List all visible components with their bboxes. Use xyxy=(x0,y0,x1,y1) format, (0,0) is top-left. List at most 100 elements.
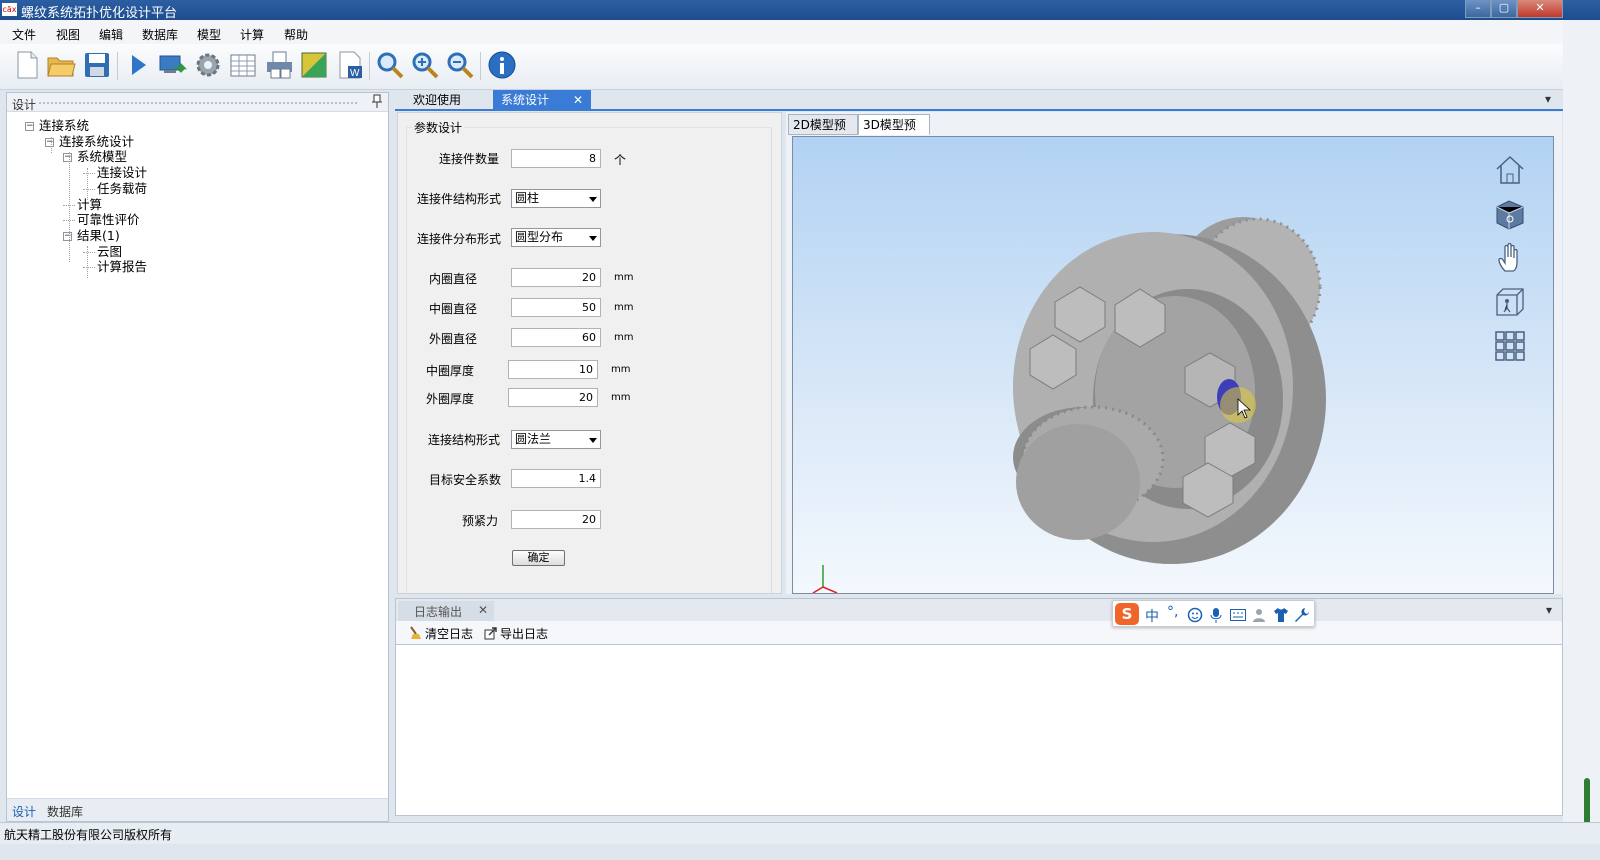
outer-diameter-input[interactable]: 60 xyxy=(511,328,601,347)
toolbar-separator xyxy=(369,52,370,80)
middle-thickness-label: 中圈厚度 xyxy=(426,364,475,378)
tree-collapse-icon[interactable]: − xyxy=(63,153,72,163)
new-file-icon[interactable] xyxy=(12,50,42,80)
menu-file[interactable]: 文件 xyxy=(12,26,36,43)
skin-shirt-icon[interactable] xyxy=(1273,607,1289,623)
word-export-icon[interactable]: W xyxy=(335,50,365,80)
clear-log-label: 清空日志 xyxy=(425,627,474,641)
close-log-icon[interactable]: ✕ xyxy=(478,603,488,617)
inner-diameter-input[interactable]: 20 xyxy=(511,268,601,287)
zoom-out-icon[interactable] xyxy=(445,50,475,80)
tab-welcome[interactable]: 欢迎使用 xyxy=(405,90,491,110)
outer-thickness-input[interactable]: 20 xyxy=(508,388,598,407)
structure-select[interactable]: 圆柱 xyxy=(511,189,601,208)
3d-viewport[interactable] xyxy=(792,136,1554,594)
tree-collapse-icon[interactable]: − xyxy=(63,231,72,241)
tab-3d-preview[interactable]: 3D模型预览 xyxy=(858,114,930,153)
tree-node[interactable]: 计算 xyxy=(77,197,102,213)
distribution-label: 连接件分布形式 xyxy=(417,232,502,246)
safety-factor-input[interactable]: 1.4 xyxy=(511,469,601,488)
log-content[interactable] xyxy=(396,646,1562,814)
user-icon[interactable] xyxy=(1251,607,1267,623)
design-panel-header: 设计 xyxy=(7,93,388,112)
ime-punctuation-toggle[interactable]: °, xyxy=(1167,604,1178,620)
menu-compute[interactable]: 计算 xyxy=(240,26,264,43)
status-bar: 航天精工股份有限公司版权所有 xyxy=(0,822,1600,844)
outer-diameter-unit: mm xyxy=(614,332,634,343)
count-input[interactable]: 8 xyxy=(511,149,601,168)
keyboard-icon[interactable] xyxy=(1230,609,1246,621)
menu-database[interactable]: 数据库 xyxy=(142,26,178,43)
tree-node[interactable]: 结果(1) xyxy=(77,228,120,244)
close-window-button[interactable]: ✕ xyxy=(1517,0,1563,18)
run-icon[interactable] xyxy=(123,50,153,80)
confirm-button[interactable]: 确定 xyxy=(512,550,565,566)
emoji-icon[interactable] xyxy=(1187,607,1203,623)
tabs-menu-arrow-icon[interactable]: ▾ xyxy=(1545,92,1551,106)
walk-box-icon[interactable] xyxy=(1493,285,1527,319)
print-icon[interactable] xyxy=(264,50,294,80)
tree-connector xyxy=(83,267,95,269)
tree-node[interactable]: 连接系统设计 xyxy=(59,134,134,150)
close-tab-icon[interactable]: ✕ xyxy=(573,90,583,110)
count-label: 连接件数量 xyxy=(439,152,500,166)
tab-database[interactable]: 数据库 xyxy=(47,803,83,820)
tree-node[interactable]: 系统模型 xyxy=(77,149,127,165)
tree-node[interactable]: 连接系统 xyxy=(39,118,89,134)
svg-text:W: W xyxy=(350,68,360,79)
tree-node[interactable]: 任务载荷 xyxy=(97,181,147,197)
menu-edit[interactable]: 编辑 xyxy=(99,26,123,43)
tree-node[interactable]: 计算报告 xyxy=(97,259,147,275)
menu-help[interactable]: 帮助 xyxy=(284,26,308,43)
model-tree: 连接系统 − 连接系统设计 − 系统模型 − 连接设计 任务载荷 计算 可靠性评价 结果(1) − 云图… xyxy=(15,118,380,788)
preload-input[interactable]: 20 xyxy=(511,510,601,529)
tree-node[interactable]: 连接设计 xyxy=(97,165,147,181)
search-icon[interactable] xyxy=(375,50,405,80)
tab-underline xyxy=(395,109,1563,111)
middle-thickness-unit: mm xyxy=(611,364,631,375)
connection-structure-select[interactable]: 圆法兰 xyxy=(511,430,601,449)
computer-export-icon[interactable] xyxy=(158,50,188,80)
wrench-icon[interactable] xyxy=(1294,607,1310,623)
distribution-select[interactable]: 圆型分布 xyxy=(511,228,601,247)
log-menu-arrow-icon[interactable]: ▾ xyxy=(1546,603,1552,617)
3d-box-view-icon[interactable] xyxy=(1493,197,1527,231)
microphone-icon[interactable] xyxy=(1209,607,1223,623)
table-icon[interactable] xyxy=(228,50,258,80)
log-toolbar: 清空日志 导出日志 xyxy=(396,621,1562,645)
tree-collapse-icon[interactable]: − xyxy=(25,122,34,131)
zoom-in-icon[interactable] xyxy=(410,50,440,80)
open-folder-icon[interactable] xyxy=(46,50,76,80)
outer-thickness-label: 外圈厚度 xyxy=(426,392,475,406)
home-view-icon[interactable] xyxy=(1493,153,1527,187)
broom-icon xyxy=(410,626,421,639)
menu-view[interactable]: 视图 xyxy=(56,26,80,43)
tab-system-design-label: 系统设计 xyxy=(501,93,550,107)
tab-system-design[interactable]: 系统设计 ✕ xyxy=(493,90,591,110)
maximize-button[interactable]: ▢ xyxy=(1491,0,1517,18)
grid-view-icon[interactable] xyxy=(1493,329,1527,363)
menu-model[interactable]: 模型 xyxy=(197,26,221,43)
header-grip xyxy=(39,102,357,104)
middle-thickness-input[interactable]: 10 xyxy=(508,360,598,379)
tree-node[interactable]: 云图 xyxy=(97,244,122,260)
ime-logo-icon[interactable]: S xyxy=(1115,603,1139,625)
ime-language-toggle[interactable]: 中 xyxy=(1145,606,1159,626)
settings-gear-icon[interactable] xyxy=(193,50,223,80)
pin-icon[interactable] xyxy=(371,94,383,109)
tree-connector xyxy=(83,173,95,175)
tree-connector xyxy=(83,188,95,190)
image-icon[interactable] xyxy=(299,50,329,80)
tab-2d-preview[interactable]: 2D模型预览 xyxy=(788,114,858,153)
tree-node[interactable]: 可靠性评价 xyxy=(77,212,140,228)
pan-hand-icon[interactable] xyxy=(1493,241,1527,275)
tab-design[interactable]: 设计 xyxy=(12,803,36,820)
minimize-button[interactable]: – xyxy=(1465,0,1491,18)
outer-thickness-unit: mm xyxy=(611,392,631,403)
tree-collapse-icon[interactable]: − xyxy=(45,137,54,147)
save-icon[interactable] xyxy=(82,50,112,80)
preload-label: 预紧力 xyxy=(462,514,499,528)
info-icon[interactable] xyxy=(487,50,517,80)
middle-diameter-input[interactable]: 50 xyxy=(511,298,601,317)
connection-structure-label: 连接结构形式 xyxy=(428,433,501,447)
